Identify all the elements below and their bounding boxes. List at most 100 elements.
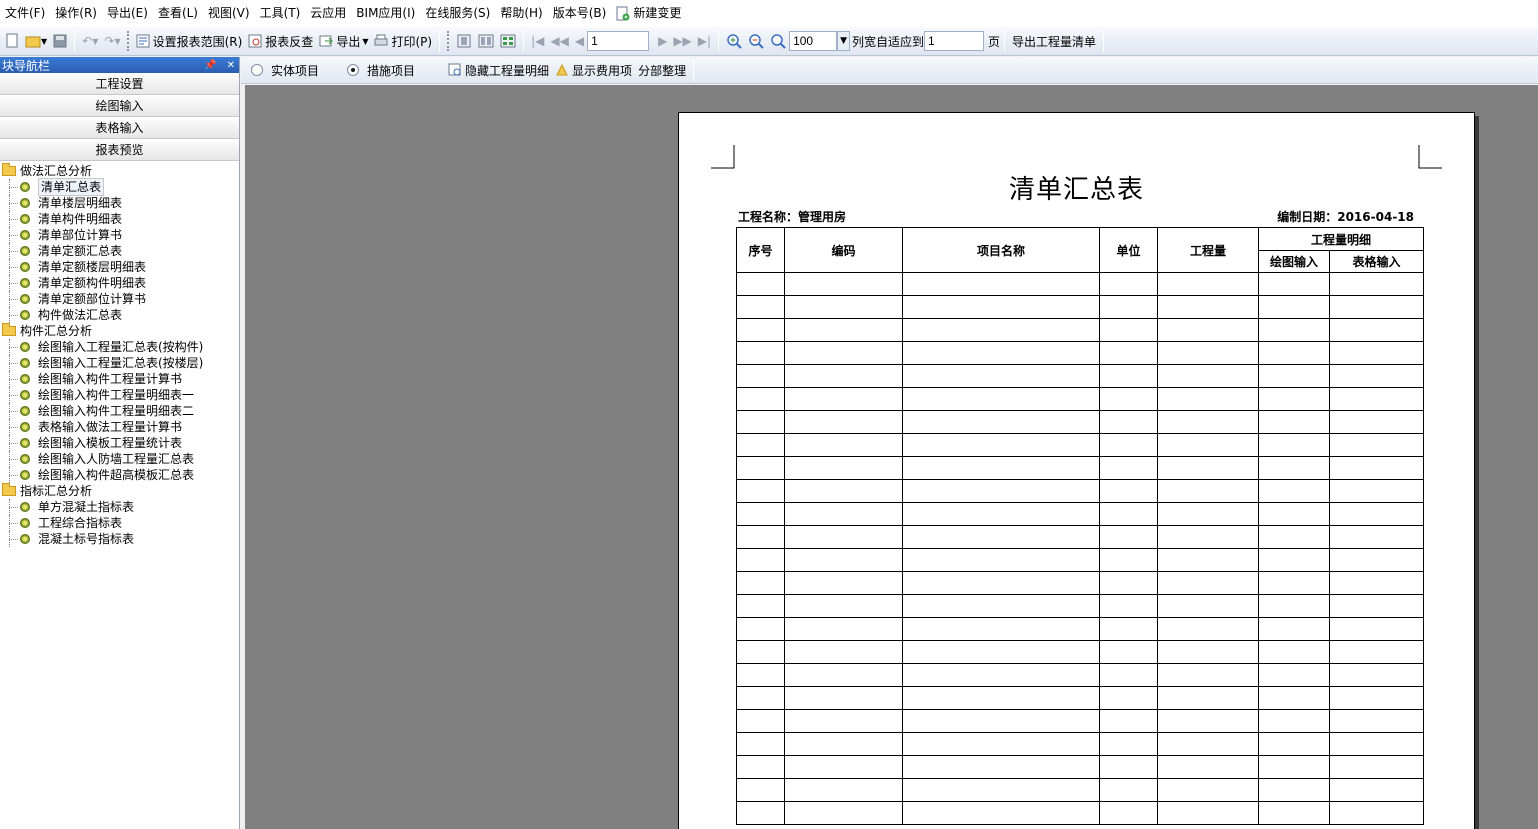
tree-report-item[interactable]: 绘图输入工程量汇总表(按楼层) [0,355,239,371]
table-cell [1258,364,1330,388]
new-button[interactable] [2,30,22,52]
fit-pages-input[interactable] [924,31,984,51]
tree-report-item[interactable]: 绘图输入构件工程量计算书 [0,371,239,387]
table-cell [1157,456,1259,480]
tree-category[interactable]: 构件汇总分析 [0,323,239,339]
tree-report-item[interactable]: 绘图输入人防墙工程量汇总表 [0,451,239,467]
table-cell [1328,640,1425,664]
nav-report-preview[interactable]: 报表预览 [0,139,239,161]
table-cell [1157,686,1259,710]
tree-line [9,283,18,284]
menu-operate[interactable]: 操作(R) [50,0,102,27]
menu-view[interactable]: 视图(V) [203,0,255,27]
single-page-button[interactable] [453,30,475,52]
set-range-button[interactable]: 设置报表范围(R) [133,30,246,52]
table-row [736,640,1425,664]
print-button[interactable]: 打印(P) [371,30,435,52]
new-change-button[interactable]: 新建变更 [611,0,686,27]
table-cell [736,801,785,825]
toolbar-separator [74,30,76,52]
table-cell [1157,571,1259,595]
menu-tools[interactable]: 工具(T) [255,0,306,27]
partial-arrange-button[interactable]: 分部整理 [635,59,689,81]
first-page-button[interactable]: |◀ [528,30,547,52]
menu-bim[interactable]: BIM应用(I) [351,0,420,27]
tree-report-item[interactable]: 清单汇总表 [0,178,239,196]
tree-item-label: 绘图输入构件超高模板汇总表 [38,468,195,482]
prev-fast-button[interactable]: ◀◀ [547,30,571,52]
report-table-body [736,272,1425,825]
entity-label[interactable]: 实体项目 [271,62,319,79]
tree-report-item[interactable]: 工程综合指标表 [0,515,239,531]
menu-view-look[interactable]: 查看(L) [153,0,203,27]
report-icon [20,406,30,416]
last-page-button[interactable]: ▶| [695,30,714,52]
nav-project-settings[interactable]: 工程设置 [0,73,239,95]
report-preview-area[interactable]: 清单汇总表 工程名称：管理用房 编制日期：2016-04-18 序号 编码 项目… [245,85,1538,829]
show-fee-button[interactable]: 显示费用项 [552,59,635,81]
tree-report-item[interactable]: 清单定额部位计算书 [0,291,239,307]
zoom-button[interactable] [767,30,789,52]
measure-label[interactable]: 措施项目 [367,62,415,79]
measure-radio[interactable] [347,64,360,76]
tree-category[interactable]: 做法汇总分析 [0,163,239,179]
menu-export[interactable]: 导出(E) [102,0,153,27]
reverse-check-button[interactable]: 报表反查 [245,30,316,52]
save-button[interactable] [50,30,70,52]
tree-report-item[interactable]: 绘图输入构件超高模板汇总表 [0,467,239,483]
tree-report-item[interactable]: 混凝土标号指标表 [0,531,239,547]
project-name: 工程名称：管理用房 [738,210,847,224]
export-button[interactable]: 导出 ▼ [316,30,371,52]
export-list-button[interactable]: 导出工程量清单 [1009,30,1099,52]
hide-detail-button[interactable]: 隐藏工程量明细 [445,59,552,81]
open-button[interactable]: ▼ [22,30,50,52]
last-page-icon: ▶| [697,34,712,48]
entity-radio[interactable] [251,64,263,76]
prev-page-button[interactable]: ◀ [572,30,587,52]
next-page-button[interactable]: ▶ [655,30,670,52]
tree-report-item[interactable]: 清单定额构件明细表 [0,275,239,291]
tree-report-item[interactable]: 清单定额汇总表 [0,243,239,259]
nav-drawing-input[interactable]: 绘图输入 [0,95,239,117]
table-cell [1258,801,1330,825]
zoom-in-button[interactable] [723,30,745,52]
tree-report-item[interactable]: 表格输入做法工程量计算书 [0,419,239,435]
tree-category[interactable]: 指标汇总分析 [0,483,239,499]
double-page-button[interactable] [475,30,497,52]
tree-report-item[interactable]: 清单构件明细表 [0,211,239,227]
tree-report-item[interactable]: 单方混凝土指标表 [0,499,239,515]
table-cell [1328,364,1425,388]
zoom-out-button[interactable] [745,30,767,52]
tree-report-item[interactable]: 清单部位计算书 [0,227,239,243]
table-cell [1157,663,1259,687]
multi-page-button[interactable] [497,30,519,52]
table-row [736,295,1425,319]
tree-report-item[interactable]: 构件做法汇总表 [0,307,239,323]
report-icon [20,438,30,448]
menu-file[interactable]: 文件(F) [0,0,50,27]
pin-icon[interactable]: 📌 [204,60,216,71]
undo-button[interactable]: ↶ ▼ [79,30,101,52]
menu-version[interactable]: 版本号(B) [548,0,612,27]
tree-report-item[interactable]: 清单楼层明细表 [0,195,239,211]
tree-report-item[interactable]: 绘图输入构件工程量明细表二 [0,403,239,419]
menu-cloud[interactable]: 云应用 [305,0,351,27]
tree-report-item[interactable]: 绘图输入模板工程量统计表 [0,435,239,451]
redo-button[interactable]: ↷ ▼ [101,30,123,52]
tree-report-item[interactable]: 清单定额楼层明细表 [0,259,239,275]
zoom-dropdown[interactable]: ▼ [837,31,850,51]
tree-item-label: 清单定额汇总表 [38,244,123,258]
close-icon[interactable]: ✕ [227,60,235,71]
nav-table-input[interactable]: 表格输入 [0,117,239,139]
page-number-input[interactable] [587,31,650,51]
menu-help[interactable]: 帮助(H) [495,0,547,27]
next-fast-button[interactable]: ▶▶ [670,30,694,52]
tree-report-item[interactable]: 绘图输入构件工程量明细表一 [0,387,239,403]
table-cell [784,594,903,618]
table-cell [1258,571,1330,595]
tree-line [9,507,18,508]
menu-online[interactable]: 在线服务(S) [420,0,495,27]
zoom-input[interactable] [789,31,838,51]
tree-report-item[interactable]: 绘图输入工程量汇总表(按构件) [0,339,239,355]
table-cell [1258,502,1330,526]
